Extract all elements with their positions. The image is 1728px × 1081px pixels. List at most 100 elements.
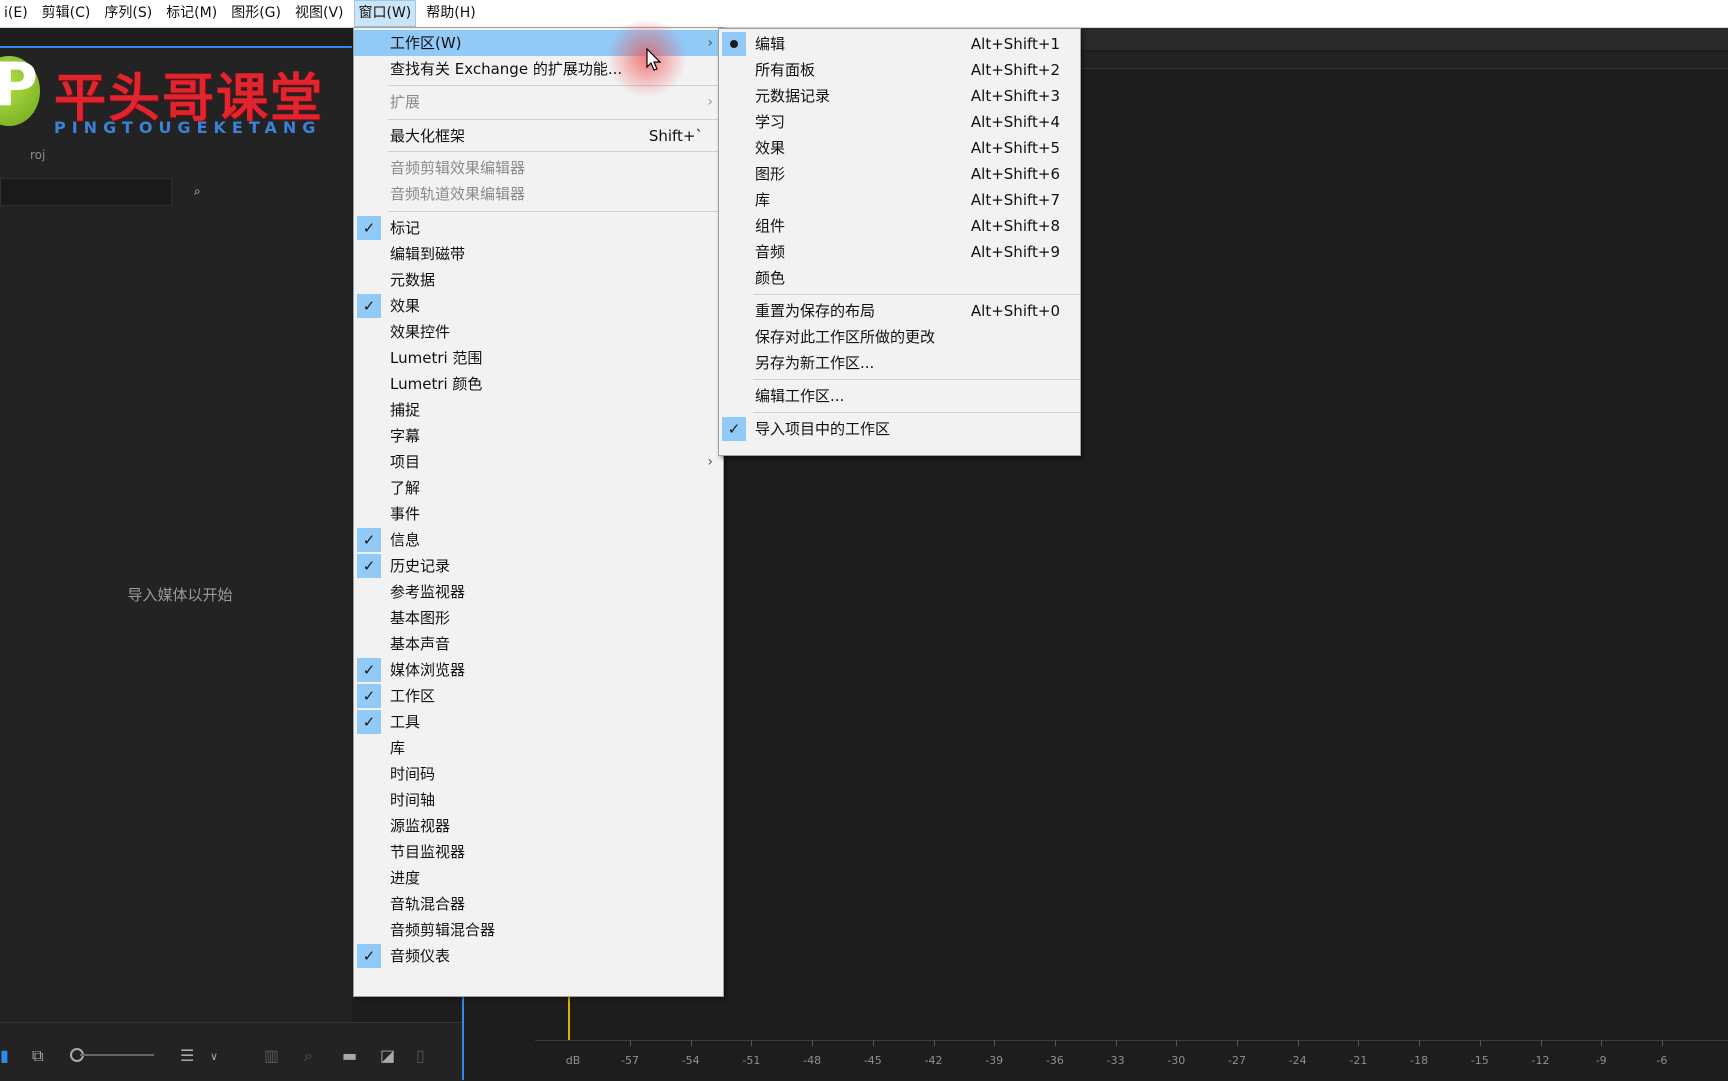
automate-icon[interactable]: ▥: [264, 1046, 279, 1065]
menu-item[interactable]: 编辑 Alt+Shift+1: [719, 31, 1080, 57]
search-icon[interactable]: ⌕: [194, 184, 210, 198]
menu-item[interactable]: 颜色: [719, 265, 1080, 291]
search-input[interactable]: [0, 178, 172, 206]
menu-item[interactable]: 节目监视器: [354, 839, 723, 865]
menu-item[interactable]: Lumetri 范围: [354, 345, 723, 371]
menu-item-label: 时间码: [390, 765, 436, 783]
sort-icon[interactable]: ☰: [180, 1046, 194, 1065]
menu-item[interactable]: 项目 ›: [354, 449, 723, 475]
panel-divider[interactable]: [462, 995, 464, 1080]
meter-tick-label: -36: [1045, 1054, 1064, 1067]
meter-tick: [994, 1040, 996, 1046]
menu-item[interactable]: ✓ 工作区: [354, 683, 723, 709]
meter-tick-label: -33: [1106, 1054, 1125, 1067]
menu-item-label: 组件: [755, 217, 786, 235]
menu-item-label: 工作区: [390, 687, 436, 705]
menu-item[interactable]: 保存对此工作区所做的更改: [719, 324, 1080, 350]
menu-item[interactable]: 音轨混合器: [354, 891, 723, 917]
checkmark-icon: ✓: [357, 216, 381, 240]
menubar-item[interactable]: 序列(S): [100, 0, 156, 27]
menu-item[interactable]: 效果控件: [354, 319, 723, 345]
menubar-item[interactable]: 图形(G): [227, 0, 285, 27]
menu-item[interactable]: 组件 Alt+Shift+8: [719, 213, 1080, 239]
menu-item[interactable]: 捕捉: [354, 397, 723, 423]
chevron-down-icon[interactable]: ∨: [210, 1050, 218, 1063]
menu-item[interactable]: 音频 Alt+Shift+9: [719, 239, 1080, 265]
project-name-label: roj: [30, 148, 46, 162]
menubar-item[interactable]: 视图(V): [291, 0, 348, 27]
menu-item[interactable]: 进度: [354, 865, 723, 891]
menu-item[interactable]: 音频剪辑效果编辑器: [354, 155, 723, 181]
new-item-icon[interactable]: ◪: [380, 1046, 395, 1065]
find-icon[interactable]: ⌕: [304, 1046, 313, 1066]
meter-tick-label: -51: [742, 1054, 761, 1067]
icon-view-icon[interactable]: ⧉: [32, 1046, 43, 1066]
menu-item[interactable]: ✓ 历史记录: [354, 553, 723, 579]
monitor-header: [1000, 28, 1728, 50]
menu-item[interactable]: 字幕: [354, 423, 723, 449]
menu-item-shortcut: Alt+Shift+0: [970, 302, 1060, 320]
menu-item[interactable]: 重置为保存的布局 Alt+Shift+0: [719, 298, 1080, 324]
menu-item-label: 重置为保存的布局: [755, 302, 876, 320]
menu-item[interactable]: 基本图形: [354, 605, 723, 631]
zoom-slider-track[interactable]: [80, 1054, 154, 1056]
menubar-item[interactable]: 窗口(W): [353, 0, 417, 27]
menu-item[interactable]: 学习 Alt+Shift+4: [719, 109, 1080, 135]
watermark-logo: P 平头哥课堂 PINGTOUGEKETANG: [0, 50, 352, 142]
menu-item[interactable]: ✓ 信息: [354, 527, 723, 553]
menu-item-label: 基本图形: [390, 609, 451, 627]
trash-icon[interactable]: ▯: [416, 1046, 425, 1065]
checkmark-icon: ✓: [357, 684, 381, 708]
meter-tick: [872, 1040, 874, 1046]
menu-item[interactable]: ✓ 媒体浏览器: [354, 657, 723, 683]
menu-item[interactable]: 了解: [354, 475, 723, 501]
radio-bullet-icon: [722, 32, 746, 56]
menu-item[interactable]: 音频轨道效果编辑器: [354, 181, 723, 207]
menu-item[interactable]: ✓ 音频仪表: [354, 943, 723, 969]
meter-tick-label: -27: [1228, 1054, 1246, 1067]
menu-item[interactable]: 元数据记录 Alt+Shift+3: [719, 83, 1080, 109]
menu-item[interactable]: 库: [354, 735, 723, 761]
menu-item[interactable]: 所有面板 Alt+Shift+2: [719, 57, 1080, 83]
menu-item-label: 基本声音: [390, 635, 451, 653]
menu-item-label: 音频: [755, 243, 786, 261]
menu-item[interactable]: 扩展 ›: [354, 89, 723, 115]
list-view-icon[interactable]: ▮: [0, 1046, 9, 1065]
menu-item[interactable]: ✓ 工具: [354, 709, 723, 735]
menu-item[interactable]: 基本声音: [354, 631, 723, 657]
menu-item[interactable]: 库 Alt+Shift+7: [719, 187, 1080, 213]
menubar-item[interactable]: 剪辑(C): [38, 0, 95, 27]
menu-item[interactable]: 另存为新工作区...: [719, 350, 1080, 376]
menu-item[interactable]: 编辑到磁带: [354, 241, 723, 267]
menu-item[interactable]: 参考监视器: [354, 579, 723, 605]
menubar-item[interactable]: 帮助(H): [422, 0, 479, 27]
menu-item[interactable]: Lumetri 颜色: [354, 371, 723, 397]
menu-item[interactable]: 元数据: [354, 267, 723, 293]
menu-item[interactable]: 源监视器: [354, 813, 723, 839]
menubar-item[interactable]: 标记(M): [162, 0, 221, 27]
meter-tick: [1479, 1040, 1481, 1046]
menu-item-label: 查找有关 Exchange 的扩展功能...: [390, 60, 623, 78]
menu-item[interactable]: 事件: [354, 501, 723, 527]
menu-separator: [388, 211, 723, 212]
new-bin-icon[interactable]: ▬: [342, 1046, 357, 1065]
workspace-submenu: 编辑 Alt+Shift+1 所有面板 Alt+Shift+2 元数据记录 Alt+Shi…: [718, 28, 1081, 456]
menu-separator: [753, 412, 1080, 413]
menu-item[interactable]: ✓ 导入项目中的工作区: [719, 416, 1080, 442]
menu-item[interactable]: ✓ 标记: [354, 215, 723, 241]
meter-tick: [1176, 1040, 1178, 1046]
menu-item[interactable]: 音频剪辑混合器: [354, 917, 723, 943]
menu-item[interactable]: 效果 Alt+Shift+5: [719, 135, 1080, 161]
menu-item-shortcut: Alt+Shift+6: [970, 165, 1060, 183]
submenu-arrow-icon: ›: [707, 454, 713, 470]
window-menu: 工作区(W) › 查找有关 Exchange 的扩展功能... 扩展 › 最大化框架 Shi…: [353, 27, 724, 997]
menu-item[interactable]: 时间轴: [354, 787, 723, 813]
menu-item[interactable]: 图形 Alt+Shift+6: [719, 161, 1080, 187]
menu-item[interactable]: 时间码: [354, 761, 723, 787]
menu-item-label: 学习: [755, 113, 786, 131]
menu-item[interactable]: ✓ 效果: [354, 293, 723, 319]
menu-item[interactable]: 最大化框架 Shift+`: [354, 123, 723, 149]
menubar-item[interactable]: i(E): [0, 0, 32, 27]
timeline-playhead[interactable]: [568, 995, 570, 1040]
menu-item[interactable]: 编辑工作区...: [719, 383, 1080, 409]
